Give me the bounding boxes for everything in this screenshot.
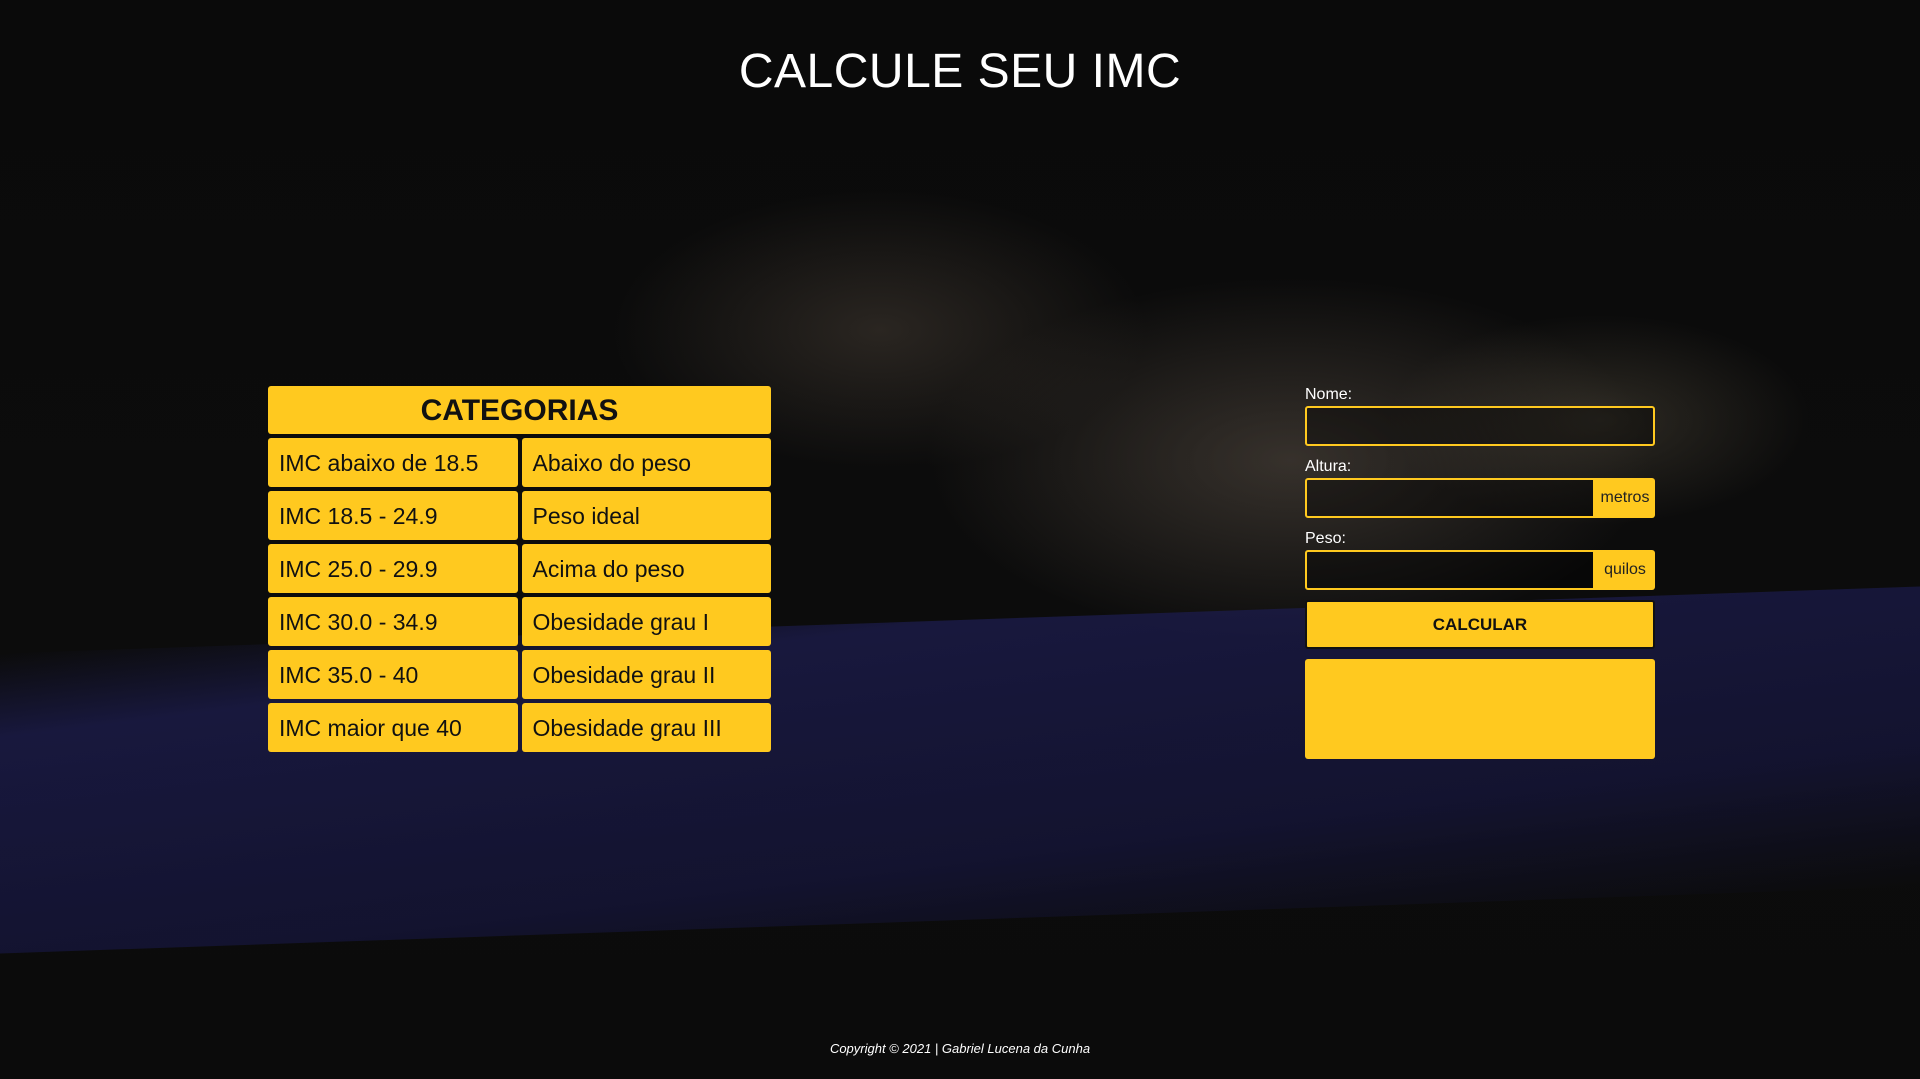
category-row: IMC abaixo de 18.5 Abaixo do peso [268, 438, 771, 487]
page-title: CALCULE SEU IMC [738, 45, 1182, 98]
peso-input[interactable] [1305, 550, 1595, 590]
category-label: Obesidade grau II [521, 650, 771, 699]
category-label: Acima do peso [521, 544, 771, 593]
category-row: IMC 30.0 - 34.9 Obesidade grau I [268, 597, 771, 646]
category-range: IMC 35.0 - 40 [268, 650, 518, 699]
altura-unit: metros [1595, 478, 1655, 518]
category-label: Obesidade grau III [521, 703, 771, 752]
category-label: Abaixo do peso [521, 438, 771, 487]
category-range: IMC 25.0 - 29.9 [268, 544, 518, 593]
category-row: IMC 35.0 - 40 Obesidade grau II [268, 650, 771, 699]
result-box [1305, 659, 1655, 759]
category-row: IMC 25.0 - 29.9 Acima do peso [268, 544, 771, 593]
footer-copyright: Copyright © 2021 | Gabriel Lucena da Cun… [829, 1041, 1091, 1056]
imc-form: Nome: Altura: metros Peso: quilos CALCUL… [1305, 386, 1655, 759]
peso-group: quilos [1305, 550, 1655, 590]
category-range: IMC 18.5 - 24.9 [268, 491, 518, 540]
altura-input[interactable] [1305, 478, 1595, 518]
category-row: IMC maior que 40 Obesidade grau III [268, 703, 771, 752]
category-label: Peso ideal [521, 491, 771, 540]
peso-unit: quilos [1595, 550, 1655, 590]
nome-input[interactable] [1305, 406, 1655, 446]
category-range: IMC 30.0 - 34.9 [268, 597, 518, 646]
category-label: Obesidade grau I [521, 597, 771, 646]
altura-group: metros [1305, 478, 1655, 518]
calcular-button[interactable]: CALCULAR [1305, 600, 1655, 649]
nome-label: Nome: [1305, 386, 1353, 403]
categories-title: CATEGORIAS [268, 386, 771, 434]
altura-label: Altura: [1305, 458, 1352, 475]
categories-table: CATEGORIAS IMC abaixo de 18.5 Abaixo do … [268, 386, 771, 756]
category-range: IMC abaixo de 18.5 [268, 438, 518, 487]
category-range: IMC maior que 40 [268, 703, 518, 752]
peso-label: Peso: [1305, 530, 1346, 547]
category-row: IMC 18.5 - 24.9 Peso ideal [268, 491, 771, 540]
